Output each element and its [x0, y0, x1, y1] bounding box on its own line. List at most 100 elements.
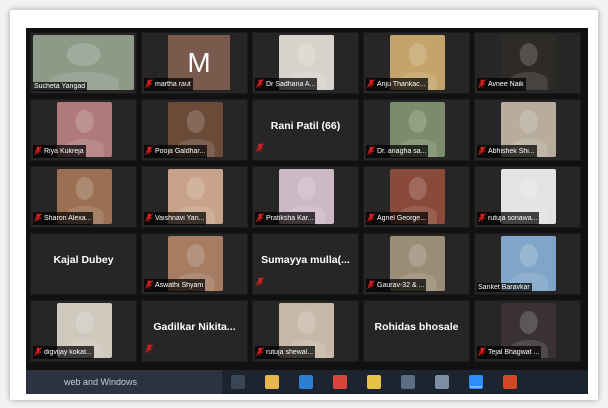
participant-tile[interactable]: Rohidas bhosale — [363, 300, 470, 362]
muted-mic-icon — [145, 79, 153, 88]
person-silhouette-head — [519, 42, 538, 66]
participant-tile[interactable]: Anju Thankac... — [363, 32, 470, 94]
folder-icon[interactable] — [367, 375, 381, 389]
participant-mic-status — [367, 79, 375, 90]
chrome-icon[interactable] — [333, 375, 347, 389]
participant-tile[interactable]: Tejal Bhagwat ... — [474, 300, 581, 362]
participant-name-center: Kajal Dubey — [53, 254, 114, 266]
person-silhouette-head — [75, 109, 94, 133]
participant-mic-status — [256, 273, 264, 291]
edge-icon[interactable] — [299, 375, 313, 389]
person-silhouette-head — [408, 42, 427, 66]
participant-name: Sharon Alexa... — [44, 215, 92, 222]
participant-name-label: Dr. anagha sa... — [366, 145, 429, 158]
muted-mic-icon — [256, 79, 264, 88]
participant-tile[interactable]: Dr Sadhana A... — [252, 32, 359, 94]
participant-name: Riya Kukreja — [44, 148, 84, 155]
participant-tile[interactable]: Sucheta Yangad — [30, 32, 137, 94]
participant-tile[interactable]: Sharon Alexa... — [30, 166, 137, 228]
windows-taskbar: web and Windows — [26, 370, 588, 394]
participant-mic-status — [367, 146, 375, 157]
taskbar-search-text: web and Windows — [64, 377, 138, 387]
taskbar-search-box[interactable]: web and Windows — [26, 370, 222, 394]
participant-tile[interactable]: Pratiksha Kar... — [252, 166, 359, 228]
participant-name-label: martha raut — [144, 78, 193, 91]
participant-mic-status — [34, 146, 42, 157]
participant-mic-status — [34, 213, 42, 224]
participant-name-label: Riya Kukreja — [33, 145, 86, 158]
participant-tile[interactable]: Abhishek Shi... — [474, 99, 581, 161]
app-icon[interactable] — [435, 375, 449, 389]
participant-tile[interactable]: Agnel George... — [363, 166, 470, 228]
person-silhouette-head — [297, 42, 316, 66]
participant-tile[interactable]: rutuja shewal... — [252, 300, 359, 362]
muted-mic-icon — [34, 213, 42, 222]
participant-mic-status — [145, 146, 153, 157]
participant-name-center: Sumayya mulla(... — [261, 254, 350, 266]
participant-tile[interactable]: Gaurav-32 & ... — [363, 233, 470, 295]
participant-name: rutuja sonawa... — [488, 215, 538, 222]
muted-mic-icon — [256, 143, 264, 152]
participant-tile[interactable]: digvijay kokat... — [30, 300, 137, 362]
file-explorer-icon[interactable] — [265, 375, 279, 389]
participant-mic-status — [478, 347, 486, 358]
participant-tile[interactable]: Dr. anagha sa... — [363, 99, 470, 161]
participant-name-label: Dr Sadhana A... — [255, 78, 318, 91]
muted-mic-icon — [145, 213, 153, 222]
participant-tile[interactable]: Riya Kukreja — [30, 99, 137, 161]
muted-mic-icon — [256, 213, 264, 222]
participant-name: Tejal Bhagwat ... — [488, 349, 540, 356]
person-silhouette-head — [408, 243, 427, 267]
participant-tile[interactable]: Mmartha raut — [141, 32, 248, 94]
participant-name: martha raut — [155, 81, 191, 88]
person-silhouette-head — [408, 109, 427, 133]
person-silhouette-head — [186, 243, 205, 267]
participant-name: Abhishek Shi... — [488, 148, 535, 155]
muted-mic-icon — [478, 146, 486, 155]
active-app-indicator — [470, 386, 482, 388]
muted-mic-icon — [256, 347, 264, 356]
participant-name-label: Anju Thankac... — [366, 78, 428, 91]
participant-mic-status — [145, 213, 153, 224]
participant-tile[interactable]: Vaishnavi Yan... — [141, 166, 248, 228]
participant-name-center: Rohidas bhosale — [374, 321, 459, 333]
participant-tile[interactable]: rutuja sonawa... — [474, 166, 581, 228]
participant-tile[interactable]: Avnee Naik — [474, 32, 581, 94]
participant-name-label: rutuja sonawa... — [477, 212, 540, 225]
participant-name-label: Avnee Naik — [477, 78, 526, 91]
participant-tile[interactable]: Gadilkar Nikita... — [141, 300, 248, 362]
person-silhouette-head — [519, 109, 538, 133]
participant-name: rutuja shewal... — [266, 349, 314, 356]
participant-name: Vaishnavi Yan... — [155, 215, 205, 222]
participant-tile[interactable]: Rani Patil (66) — [252, 99, 359, 161]
muted-mic-icon — [145, 344, 153, 353]
store-icon[interactable] — [401, 375, 415, 389]
participant-tile[interactable]: Aswathi Shyam — [141, 233, 248, 295]
participant-tile[interactable]: Pooja Galdhar... — [141, 99, 248, 161]
person-silhouette-head — [519, 176, 538, 200]
zoom-icon[interactable] — [469, 375, 483, 389]
muted-mic-icon — [256, 277, 264, 286]
participant-tile[interactable]: Sumayya mulla(... — [252, 233, 359, 295]
muted-mic-icon — [478, 347, 486, 356]
participant-name: Agnel George... — [377, 215, 427, 222]
participant-tile[interactable]: Kajal Dubey — [30, 233, 137, 295]
person-silhouette-head — [186, 176, 205, 200]
participant-mic-status — [145, 79, 153, 90]
task-view-icon[interactable] — [231, 375, 245, 389]
participant-name-label: Agnel George... — [366, 212, 429, 225]
powerpoint-icon[interactable] — [503, 375, 517, 389]
muted-mic-icon — [145, 280, 153, 289]
person-silhouette-head — [519, 243, 538, 267]
person-silhouette-head — [297, 310, 316, 334]
participant-mic-status — [145, 340, 153, 358]
participant-name: Aswathi Shyam — [155, 282, 204, 289]
muted-mic-icon — [367, 280, 375, 289]
participant-mic-status — [367, 213, 375, 224]
participant-name-label: Abhishek Shi... — [477, 145, 537, 158]
participant-name: Pratiksha Kar... — [266, 215, 314, 222]
participant-mic-status — [256, 213, 264, 224]
participant-tile[interactable]: Sanket Baravkar — [474, 233, 581, 295]
participant-name-label: rutuja shewal... — [255, 346, 316, 359]
participant-name-label: Vaishnavi Yan... — [144, 212, 207, 225]
